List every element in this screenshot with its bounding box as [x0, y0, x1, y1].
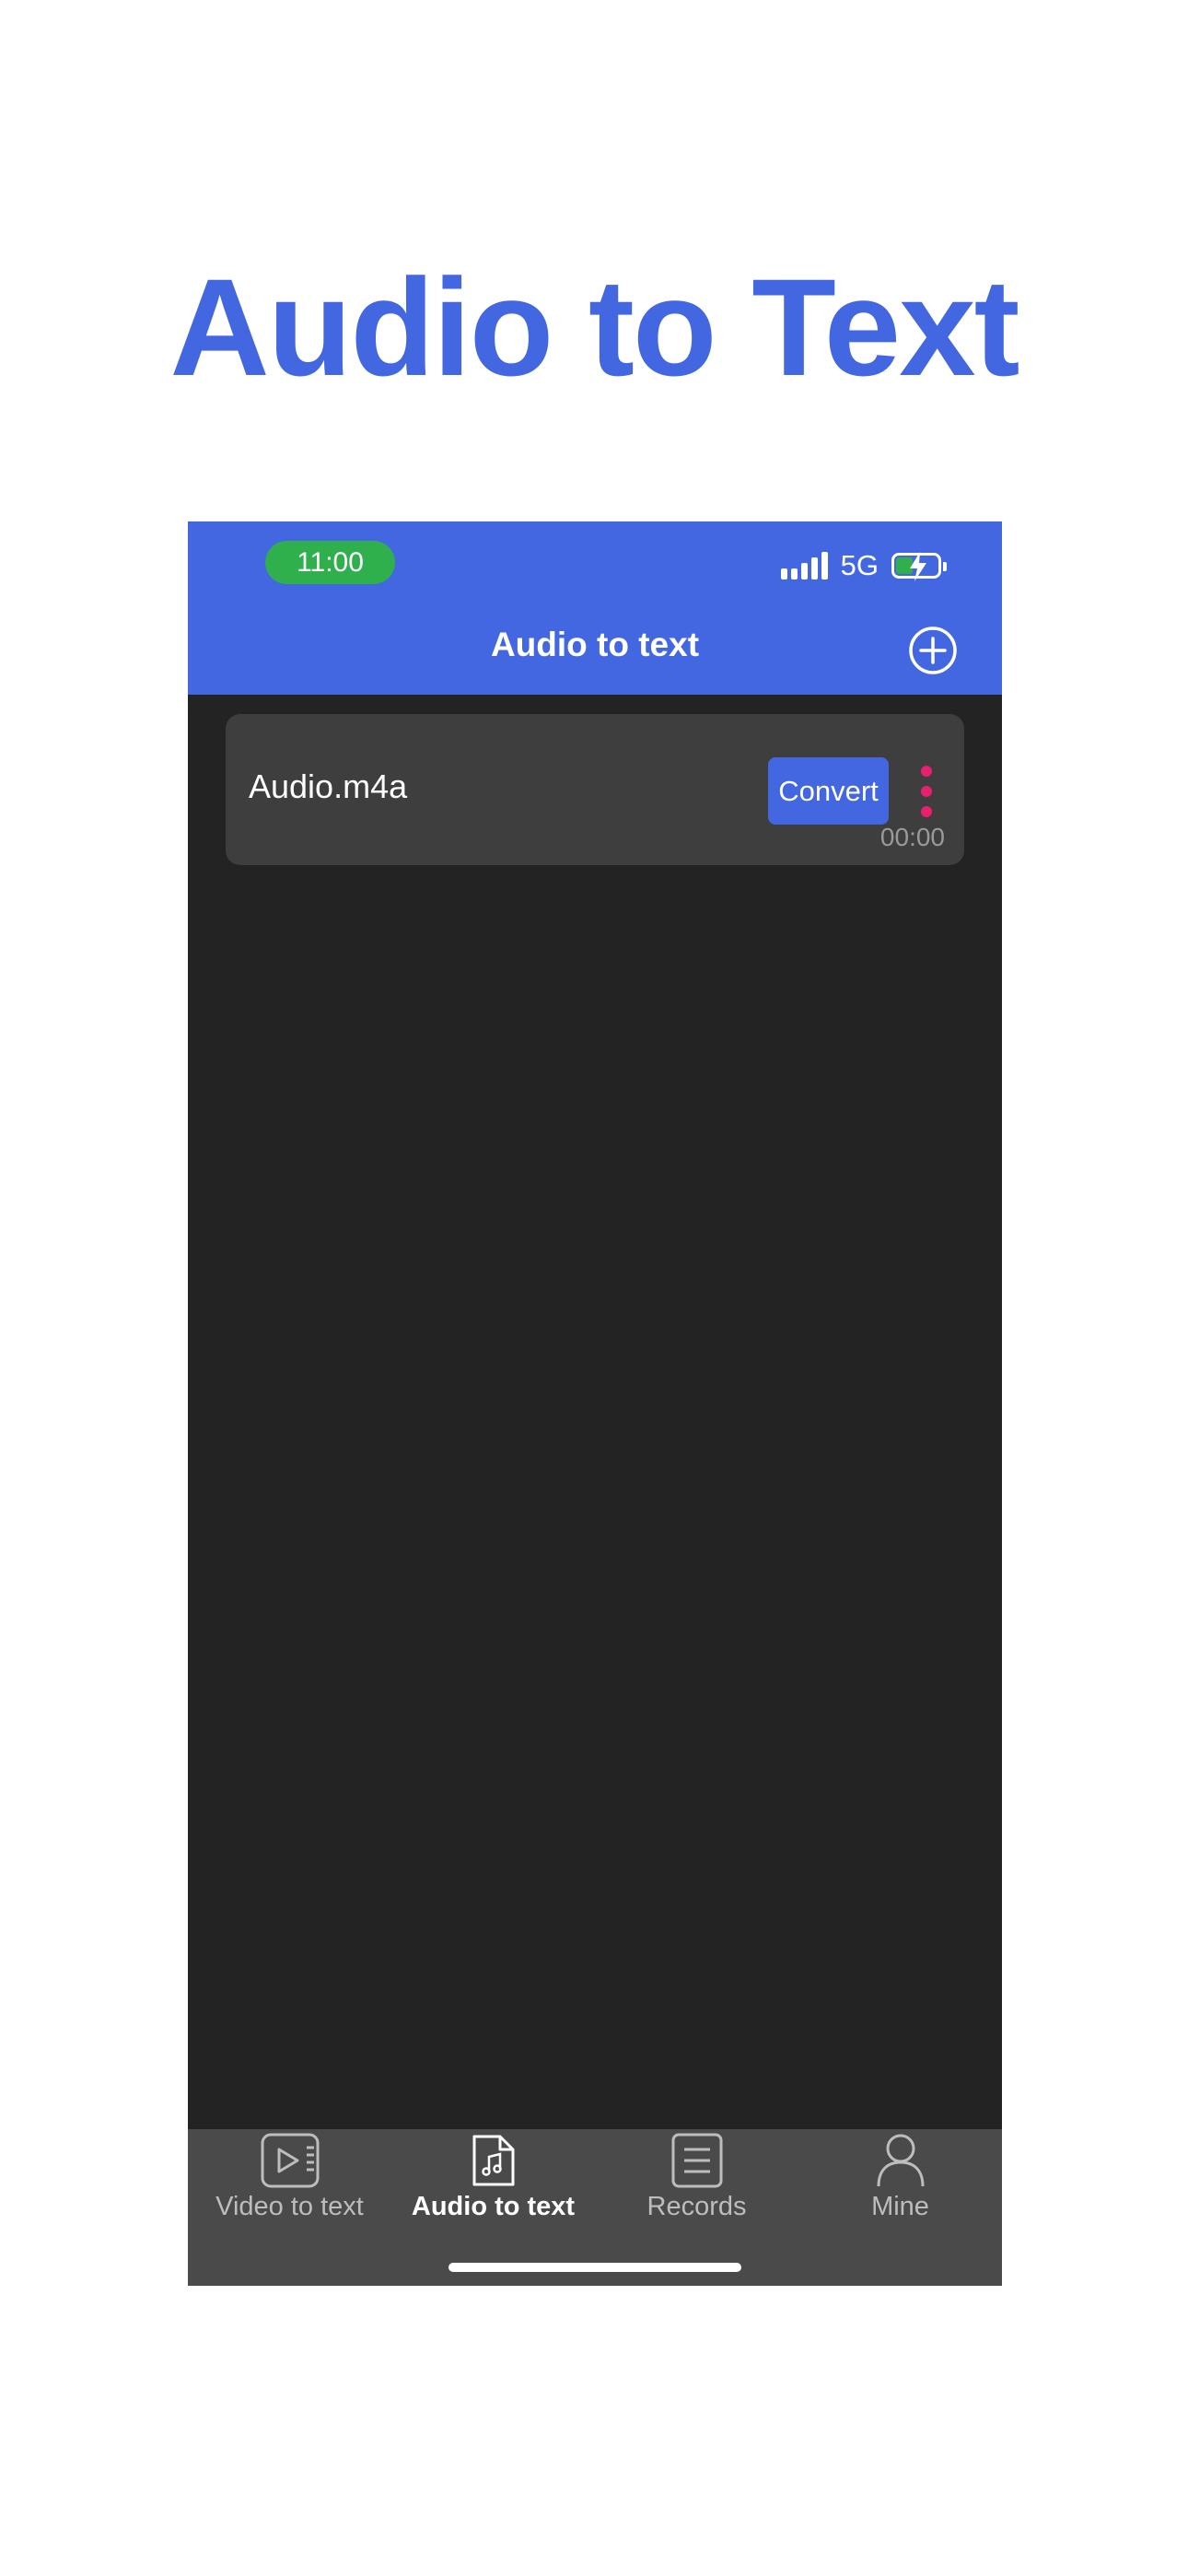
tab-label: Video to text: [215, 2192, 364, 2221]
tab-records[interactable]: Records: [595, 2133, 798, 2234]
hero-title: Audio to Text: [169, 250, 1019, 404]
records-list-icon: [671, 2133, 722, 2188]
more-vertical-icon[interactable]: [915, 766, 938, 817]
tab-audio-to-text[interactable]: Audio to text: [391, 2133, 595, 2234]
tab-label: Records: [646, 2192, 747, 2221]
top-bar: 11:00 5G Audio to text: [188, 521, 1002, 695]
tab-mine[interactable]: Mine: [798, 2133, 1002, 2234]
status-time: 11:00: [265, 541, 395, 584]
network-label: 5G: [840, 549, 879, 581]
tab-video-to-text[interactable]: Video to text: [188, 2133, 391, 2234]
file-duration: 00:00: [879, 823, 945, 851]
plus-circle-icon[interactable]: [908, 626, 958, 675]
battery-icon: [891, 552, 947, 581]
user-icon: [877, 2134, 924, 2187]
video-file-icon: [261, 2133, 319, 2188]
convert-button[interactable]: Convert: [768, 757, 889, 825]
audio-file-icon: [472, 2135, 514, 2186]
tab-label: Audio to text: [411, 2192, 576, 2221]
tab-label: Mine: [871, 2192, 929, 2221]
status-indicators: 5G: [780, 547, 947, 584]
home-indicator: [448, 2263, 741, 2272]
tab-bar: Video to text Audio to text Records Mine: [188, 2129, 1002, 2286]
page-title: Audio to text: [490, 626, 700, 663]
audio-file-card[interactable]: Audio.m4a Convert 00:00: [226, 714, 964, 865]
phone-screen: 11:00 5G Audio to text Audio.m4a Convert: [188, 521, 1002, 2286]
file-name: Audio.m4a: [249, 767, 408, 805]
signal-icon: [780, 552, 828, 580]
